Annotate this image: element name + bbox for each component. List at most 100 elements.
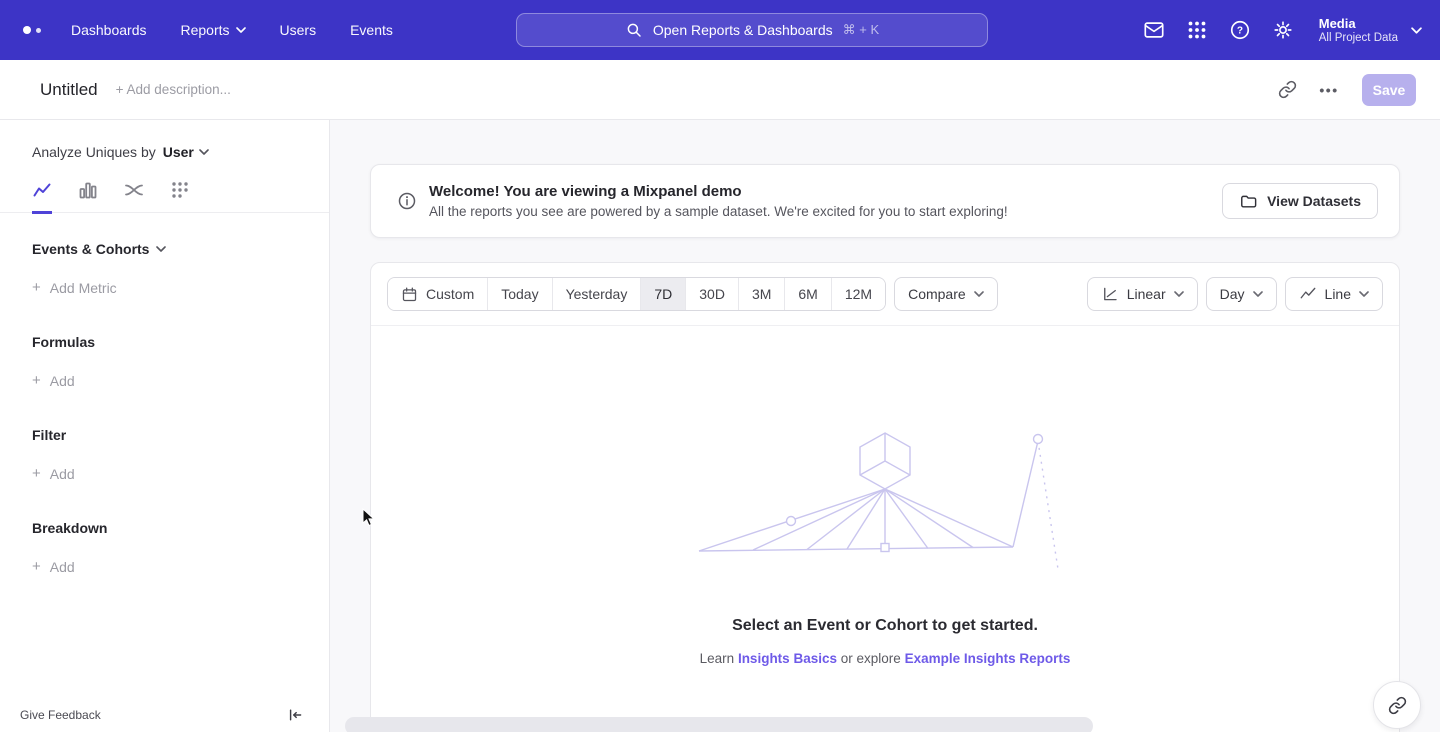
example-insights-reports-link[interactable]: Example Insights Reports: [905, 651, 1071, 666]
add-formula-label: Add: [50, 373, 75, 389]
add-formula-button[interactable]: + Add: [32, 373, 329, 389]
section-formulas: Formulas + Add: [0, 334, 329, 389]
horizontal-scrollbar[interactable]: [345, 717, 1093, 732]
logo-dot-icon: [23, 26, 31, 34]
folder-icon: [1239, 192, 1258, 211]
report-toolbar: Custom Today Yesterday 7D 30D 3M 6M 12M …: [371, 263, 1399, 326]
dots-grid-icon: [170, 180, 190, 200]
events-cohorts-header[interactable]: Events & Cohorts: [32, 241, 329, 257]
plus-icon: +: [32, 374, 41, 388]
scale-dropdown[interactable]: Linear: [1087, 277, 1198, 311]
welcome-text: Welcome! You are viewing a Mixpanel demo…: [429, 183, 1008, 219]
collapse-sidebar-button[interactable]: [287, 707, 303, 723]
filter-title: Filter: [32, 427, 329, 443]
mixpanel-logo[interactable]: [0, 0, 55, 60]
link-icon: [1278, 80, 1297, 99]
report-header-bar: Untitled + Add description... ••• Save: [0, 60, 1440, 120]
insights-basics-link[interactable]: Insights Basics: [738, 651, 837, 666]
logo-dot-icon: [36, 28, 41, 33]
settings-button[interactable]: [1266, 13, 1300, 47]
project-chevron[interactable]: [1411, 27, 1422, 34]
insights-report-card: Custom Today Yesterday 7D 30D 3M 6M 12M …: [370, 262, 1400, 732]
chart-type-dropdown[interactable]: Line: [1285, 277, 1383, 311]
add-breakdown-label: Add: [50, 559, 75, 575]
range-7d-button[interactable]: 7D: [640, 278, 685, 310]
sidebar-footer: Give Feedback: [20, 707, 303, 723]
report-title[interactable]: Untitled: [40, 80, 98, 100]
give-feedback-link[interactable]: Give Feedback: [20, 708, 101, 722]
search-shortcut: ⌘ + K: [843, 22, 880, 38]
metric-type-tabs: [0, 160, 329, 213]
add-breakdown-button[interactable]: + Add: [32, 559, 329, 575]
date-range-segmented-control: Custom Today Yesterday 7D 30D 3M 6M 12M: [387, 277, 886, 311]
nav-dashboards[interactable]: Dashboards: [71, 22, 147, 38]
breakdown-title: Breakdown: [32, 520, 329, 536]
welcome-banner: Welcome! You are viewing a Mixpanel demo…: [370, 164, 1400, 238]
range-30d-button[interactable]: 30D: [685, 278, 738, 310]
range-yesterday-button[interactable]: Yesterday: [552, 278, 641, 310]
interval-dropdown[interactable]: Day: [1206, 277, 1277, 311]
nav-events[interactable]: Events: [350, 22, 393, 38]
range-12m-button[interactable]: 12M: [831, 278, 885, 310]
line-chart-icon: [1299, 285, 1317, 303]
tab-line-chart[interactable]: [32, 180, 52, 214]
empty-state: Select an Event or Cohort to get started…: [371, 429, 1399, 666]
gear-icon: [1272, 19, 1294, 41]
section-breakdown: Breakdown + Add: [0, 520, 329, 575]
add-metric-button[interactable]: + Add Metric: [32, 280, 329, 296]
or-explore-text: or explore: [841, 651, 901, 666]
tab-bar-chart[interactable]: [78, 180, 98, 214]
calendar-icon: [401, 286, 418, 303]
tab-flows[interactable]: [124, 180, 144, 214]
compare-label: Compare: [908, 286, 966, 302]
range-today-button[interactable]: Today: [487, 278, 551, 310]
copy-link-button[interactable]: [1270, 73, 1304, 107]
main-content: Welcome! You are viewing a Mixpanel demo…: [330, 120, 1440, 732]
chevron-down-icon: [199, 149, 209, 155]
tab-retention[interactable]: [170, 180, 190, 214]
range-3m-button[interactable]: 3M: [738, 278, 784, 310]
add-filter-button[interactable]: + Add: [32, 466, 329, 482]
apps-grid-button[interactable]: [1180, 13, 1214, 47]
inbox-icon: [1143, 19, 1165, 41]
section-filter: Filter + Add: [0, 427, 329, 482]
view-datasets-button[interactable]: View Datasets: [1222, 183, 1378, 219]
query-builder-sidebar: Analyze Uniques by User Events & Cohorts…: [0, 120, 330, 732]
welcome-title: Welcome! You are viewing a Mixpanel demo: [429, 183, 1008, 200]
svg-text:?: ?: [1237, 26, 1243, 37]
nav-users[interactable]: Users: [280, 22, 317, 38]
ellipsis-icon: •••: [1319, 82, 1338, 98]
chevron-down-icon: [1174, 291, 1184, 297]
global-search[interactable]: Open Reports & Dashboards ⌘ + K: [516, 13, 988, 47]
chevron-down-icon: [236, 27, 246, 33]
analyze-by-dropdown[interactable]: User: [163, 144, 209, 160]
share-link-fab[interactable]: [1373, 681, 1421, 729]
range-6m-button[interactable]: 6M: [784, 278, 830, 310]
compare-dropdown[interactable]: Compare: [894, 277, 998, 311]
project-switcher[interactable]: Media All Project Data: [1319, 16, 1398, 44]
range-custom-button[interactable]: Custom: [388, 278, 487, 310]
chevron-down-icon: [1411, 27, 1422, 34]
primary-nav: Dashboards Reports Users Events: [71, 22, 393, 38]
welcome-body: All the reports you see are powered by a…: [429, 204, 1008, 219]
inbox-button[interactable]: [1137, 13, 1171, 47]
more-options-button[interactable]: •••: [1312, 73, 1346, 107]
report-description-placeholder[interactable]: + Add description...: [116, 82, 231, 97]
formulas-title: Formulas: [32, 334, 329, 350]
help-button[interactable]: ?: [1223, 13, 1257, 47]
analyze-by-value: User: [163, 144, 194, 160]
nav-reports[interactable]: Reports: [181, 22, 246, 38]
empty-state-title: Select an Event or Cohort to get started…: [732, 617, 1038, 635]
plus-icon: +: [32, 281, 41, 295]
empty-state-illustration: [695, 429, 1075, 579]
report-actions: ••• Save: [1270, 73, 1416, 107]
link-icon: [1388, 696, 1407, 715]
line-chart-icon: [32, 180, 52, 200]
interval-label: Day: [1220, 286, 1245, 302]
chevron-down-icon: [974, 291, 984, 297]
learn-prefix: Learn: [700, 651, 735, 666]
chart-type-label: Line: [1325, 286, 1351, 302]
chevron-down-icon: [156, 246, 166, 252]
empty-state-links: Learn Insights Basics or explore Example…: [700, 651, 1071, 666]
save-button[interactable]: Save: [1362, 74, 1416, 106]
